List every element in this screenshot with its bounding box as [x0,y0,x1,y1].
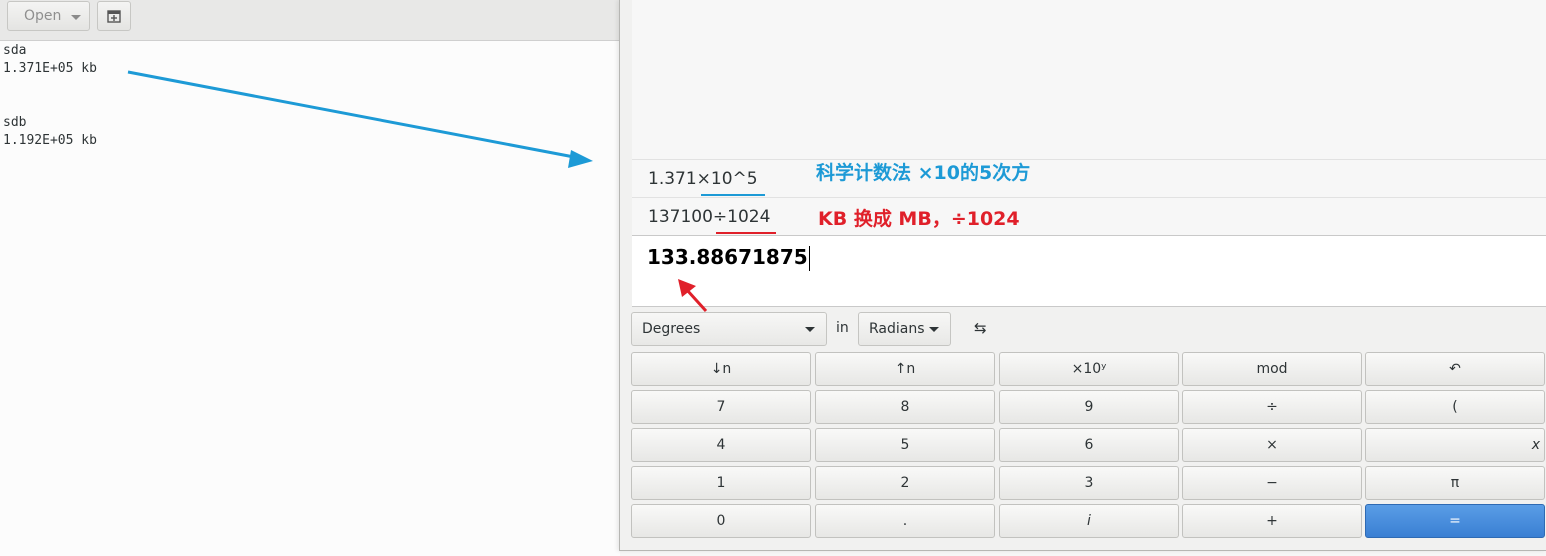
undo-button[interactable]: ↶ [1365,352,1545,386]
equals-button[interactable]: = [1365,504,1545,538]
result-display[interactable]: 133.88671875 [632,235,1546,307]
digit-1-button[interactable]: 1 [631,466,811,500]
angle-unit-value: Degrees [642,321,701,337]
open-paren-button[interactable]: ( [1365,390,1545,424]
add-button[interactable]: + [1182,504,1362,538]
chevron-down-icon [805,327,815,332]
history-expression: 1.371×10^5 [648,169,758,189]
digit-5-button[interactable]: 5 [815,428,995,462]
kb-to-mb-annotation: KB 换成 MB，÷1024 [818,208,1020,230]
text-line [3,78,97,96]
text-line [3,96,97,114]
digit-4-button[interactable]: 4 [631,428,811,462]
target-unit-select[interactable]: Radians [858,312,951,346]
digit-3-button[interactable]: 3 [999,466,1179,500]
in-label: in [836,320,849,336]
digit-0-button[interactable]: 0 [631,504,811,538]
editor-toolbar: Open [0,0,620,41]
divide-button[interactable]: ÷ [1182,390,1362,424]
mod-button[interactable]: mod [1182,352,1362,386]
pi-button[interactable]: π [1365,466,1545,500]
subtract-button[interactable]: − [1182,466,1362,500]
result-value: 133.88671875 [647,245,808,269]
open-button-label: Open [24,8,62,24]
text-line: sdb [3,115,27,130]
red-underline [716,232,776,234]
swap-units-icon[interactable]: ⇆ [974,319,987,337]
history-entry[interactable]: 137100÷1024 [632,197,1546,236]
target-unit-value: Radians [869,321,925,337]
imaginary-i-button[interactable]: i [999,504,1179,538]
text-line: 1.371E+05 kb [3,61,97,76]
scientific-notation-annotation: 科学计数法 ×10的5次方 [816,162,1031,184]
new-document-icon [107,10,121,23]
superscript-button[interactable]: ↑n [815,352,995,386]
new-document-button[interactable] [97,1,131,31]
angle-unit-select[interactable]: Degrees [631,312,827,346]
open-button[interactable]: Open [7,1,90,31]
text-editor-window: Open sda 1.371E+05 kb sdb 1.192E+05 kb [0,0,620,556]
history-panel: 1.371×10^5 137100÷1024 [632,0,1546,235]
variable-x-button[interactable]: x [1365,428,1545,462]
text-cursor [808,246,811,271]
text-line: 1.192E+05 kb [3,133,97,148]
subscript-button[interactable]: ↓n [631,352,811,386]
digit-6-button[interactable]: 6 [999,428,1179,462]
multiply-button[interactable]: × [1182,428,1362,462]
blue-underline [701,194,765,196]
digit-9-button[interactable]: 9 [999,390,1179,424]
editor-text-area[interactable]: sda 1.371E+05 kb sdb 1.192E+05 kb [3,42,97,150]
exponent-button[interactable]: ×10ʸ [999,352,1179,386]
history-entry[interactable]: 1.371×10^5 [632,159,1546,198]
chevron-down-icon [929,327,939,332]
history-expression: 137100÷1024 [648,207,771,227]
decimal-point-button[interactable]: . [815,504,995,538]
digit-7-button[interactable]: 7 [631,390,811,424]
chevron-down-icon [71,14,82,20]
digit-8-button[interactable]: 8 [815,390,995,424]
text-line: sda [3,43,27,58]
digit-2-button[interactable]: 2 [815,466,995,500]
